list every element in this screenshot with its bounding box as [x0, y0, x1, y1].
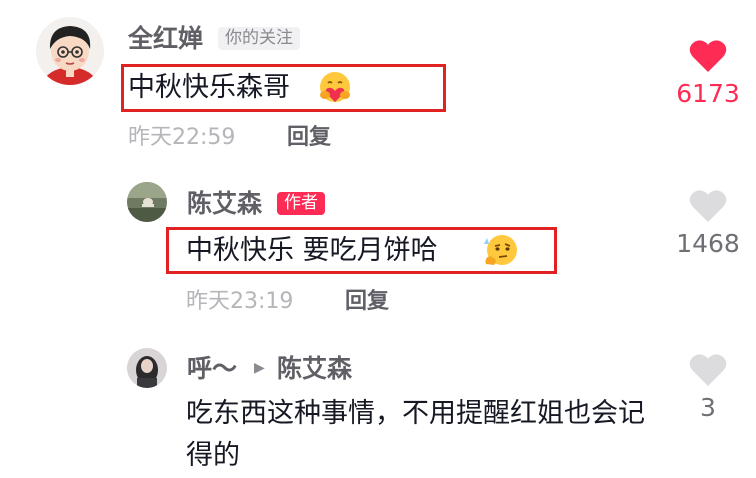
- cartoon-avatar-icon: [36, 17, 104, 85]
- like-count: 1468: [676, 229, 740, 258]
- like-button[interactable]: 6173: [670, 38, 746, 106]
- author-badge: 作者: [277, 192, 325, 215]
- photo-avatar-icon: [127, 348, 167, 388]
- comment-time: 昨天23:19: [186, 289, 294, 314]
- like-count: 3: [700, 393, 716, 422]
- thinking-face-icon: [482, 234, 518, 268]
- reply-arrow-icon: ▶: [254, 360, 265, 376]
- heart-outline-icon: [689, 190, 727, 222]
- following-badge: 你的关注: [218, 27, 300, 50]
- reply-button[interactable]: 回复: [287, 127, 331, 149]
- comment-username[interactable]: 全红婵: [128, 26, 203, 51]
- comment-username[interactable]: 陈艾森: [187, 191, 262, 216]
- like-count: 6173: [676, 79, 740, 108]
- hugging-face-heart-icon: [318, 71, 352, 105]
- comment-text: 吃东西这种事情，不用提醒红姐也会记得的: [186, 398, 645, 471]
- comment-text-content: 中秋快乐森哥: [128, 72, 290, 103]
- like-button[interactable]: 3: [670, 352, 746, 420]
- comment-text-content: 中秋快乐 要吃月饼哈: [186, 235, 438, 266]
- like-button[interactable]: 1468: [670, 188, 746, 256]
- comment-text: 中秋快乐森哥: [128, 74, 290, 101]
- comment-username[interactable]: 呼～: [187, 356, 237, 381]
- comment-text: 中秋快乐 要吃月饼哈: [186, 237, 438, 264]
- heart-filled-icon: [689, 40, 727, 72]
- avatar-chen-aisen[interactable]: [127, 182, 167, 222]
- avatar-quan-hongchan[interactable]: [36, 17, 104, 85]
- photo-avatar-icon: [127, 182, 167, 222]
- comment-time: 昨天22:59: [128, 125, 236, 150]
- reply-to-username[interactable]: 陈艾森: [277, 356, 352, 381]
- reply-button[interactable]: 回复: [345, 291, 389, 313]
- heart-outline-icon: [689, 354, 727, 386]
- avatar-hu[interactable]: [127, 348, 167, 388]
